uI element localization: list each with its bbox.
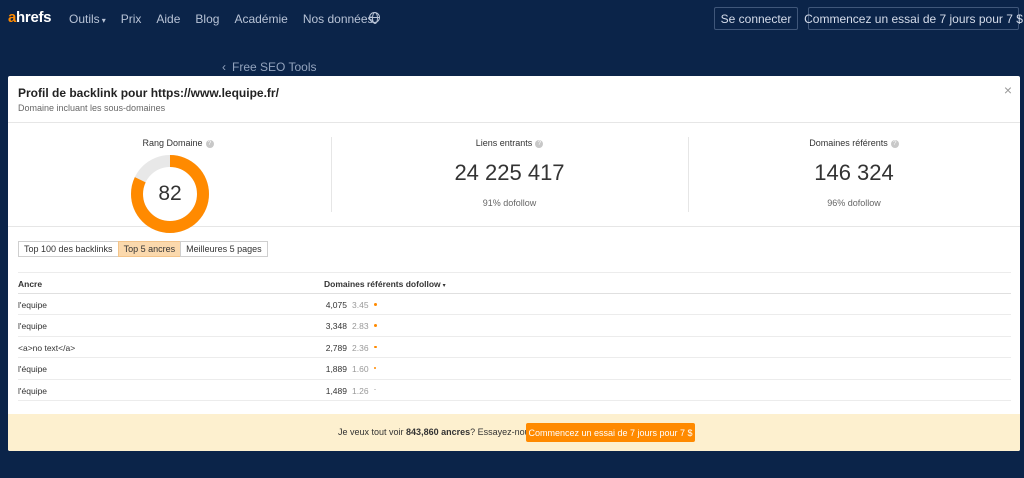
referring-domains-label: Domaines référents <box>809 138 888 148</box>
table-row: <a>no text</a> 2,789 2.36 <box>18 337 1011 358</box>
domain-rating-value: 82 <box>158 182 182 205</box>
ratio-dot-icon <box>374 302 378 306</box>
dofollow-domains: 2,789 <box>325 342 347 353</box>
backlinks-dofollow: 91% dofollow <box>482 198 537 208</box>
top-nav: ahrefs Outils ▾ Prix Aide Blog Académie N… <box>0 0 1024 38</box>
dofollow-domains: 3,348 <box>325 321 347 331</box>
table-row: l'equipe 3,348 2.83 <box>18 315 1011 337</box>
nav-item-label: Outils <box>69 12 100 26</box>
table-row: l'equipe 4,075 3.45 <box>18 294 1011 315</box>
upsell-text: Je veux tout voir 843,860 ancres? Essaye… <box>338 427 537 437</box>
backlinks-label-row: Liens entrants? <box>331 138 688 148</box>
tab-top-anchors[interactable]: Top 5 ancres <box>117 241 182 257</box>
ratio-dot-icon <box>374 388 376 391</box>
trial-button[interactable]: Commencez un essai de 7 jours pour 7 $ <box>526 423 695 442</box>
table-row: l'équipe 1,889 1.60 <box>18 358 1011 380</box>
domain-rating-metric: Rang Domaine? <box>118 138 238 148</box>
domains-ratio: 1.60 <box>352 364 369 374</box>
nav-item-academie[interactable]: Académie <box>234 12 287 26</box>
domains-ratio: 3.45 <box>352 299 369 310</box>
logo-letter: a <box>8 9 17 26</box>
tab-top-backlinks[interactable]: Top 100 des backlinks <box>18 241 119 257</box>
domains-ratio: 2.83 <box>352 321 369 331</box>
dofollow-domains: 1,889 <box>325 364 347 374</box>
nav-item-outils[interactable]: Outils ▾ <box>69 12 106 26</box>
modal-title: Profil de backlink pour https://www.lequ… <box>18 86 279 100</box>
anchor-text: l'équipe <box>18 385 48 396</box>
anchor-text: l'équipe <box>18 364 48 374</box>
ratio-dot-icon <box>374 324 377 327</box>
login-button[interactable]: Se connecter <box>714 7 798 30</box>
upsell-text-before: Je veux tout voir <box>338 427 407 437</box>
close-icon[interactable]: × <box>1004 82 1012 98</box>
table-header: Ancre Domaines référents dofollow ▾ <box>18 272 1011 294</box>
chevron-left-icon: ‹ <box>222 60 226 74</box>
anchor-text: l'equipe <box>18 299 48 310</box>
table-row: l'équipe 1,489 1.26 <box>18 380 1011 401</box>
anchor-text: <a>no text</a> <box>18 342 76 353</box>
domain-rating-label-row: Rang Domaine? <box>118 138 238 148</box>
ratio-dot-icon <box>374 367 377 370</box>
nav-menu: Outils ▾ Prix Aide Blog Académie Nos donn… <box>69 12 389 26</box>
nav-item-aide[interactable]: Aide <box>156 12 180 26</box>
modal-subtitle: Domaine incluant les sous-domaines <box>18 103 166 113</box>
upsell-anchor-count: 843,860 ancres <box>406 427 471 437</box>
sort-desc-icon: ▾ <box>442 283 446 289</box>
nav-item-blog[interactable]: Blog <box>195 12 219 26</box>
chevron-down-icon: ▾ <box>101 16 106 25</box>
domains-ratio: 2.36 <box>352 342 369 353</box>
referring-domains-value: 146 324 <box>814 160 894 185</box>
column-header-domains-label: Domaines référents dofollow <box>324 279 441 289</box>
upsell-banner: Je veux tout voir 843,860 ancres? Essaye… <box>8 414 1020 451</box>
backlinks-value: 24 225 417 <box>454 160 565 185</box>
back-link-free-seo-tools[interactable]: ‹ Free SEO Tools <box>222 60 316 74</box>
referring-domains-metric: Domaines référents? 146 324 96% dofollow <box>688 138 1020 208</box>
backlinks-label: Liens entrants <box>475 138 533 148</box>
help-icon[interactable]: ? <box>890 140 899 148</box>
column-header-domains[interactable]: Domaines référents dofollow ▾ <box>324 279 446 289</box>
modal-header: Profil de backlink pour https://www.lequ… <box>8 76 1020 123</box>
ahrefs-logo[interactable]: ahrefs <box>8 9 52 26</box>
column-header-anchor: Ancre <box>18 279 43 289</box>
globe-icon[interactable] <box>369 12 380 24</box>
backlink-profile-modal: Profil de backlink pour https://www.lequ… <box>8 76 1020 451</box>
anchor-text: l'equipe <box>18 321 48 331</box>
nav-item-prix[interactable]: Prix <box>121 12 142 26</box>
back-link-label: Free SEO Tools <box>232 60 317 74</box>
domains-ratio: 1.26 <box>352 385 369 396</box>
report-tabs: Top 100 des backlinks Top 5 ancres Meill… <box>18 241 268 257</box>
dofollow-domains: 1,489 <box>325 385 347 396</box>
metrics-row: Rang Domaine? 82 Liens entrants? 24 225 … <box>8 124 1020 233</box>
nav-item-nos-donnees[interactable]: Nos données <box>303 12 374 26</box>
help-icon[interactable]: ? <box>205 140 214 148</box>
referring-domains-label-row: Domaines référents? <box>688 138 1020 148</box>
anchors-table: Ancre Domaines référents dofollow ▾ l'equ… <box>18 272 1011 401</box>
referring-domains-dofollow: 96% dofollow <box>827 198 881 208</box>
domain-rating-label: Rang Domaine <box>142 138 203 148</box>
tab-best-pages[interactable]: Meilleures 5 pages <box>180 241 268 257</box>
ratio-dot-icon <box>374 345 377 349</box>
logo-text: hrefs <box>16 9 52 26</box>
help-icon[interactable]: ? <box>535 140 544 148</box>
dofollow-domains: 4,075 <box>325 299 347 310</box>
backlinks-metric: Liens entrants? 24 225 417 91% dofollow <box>331 138 688 208</box>
trial-button-top[interactable]: Commencez un essai de 7 jours pour 7 $ <box>804 7 1023 30</box>
